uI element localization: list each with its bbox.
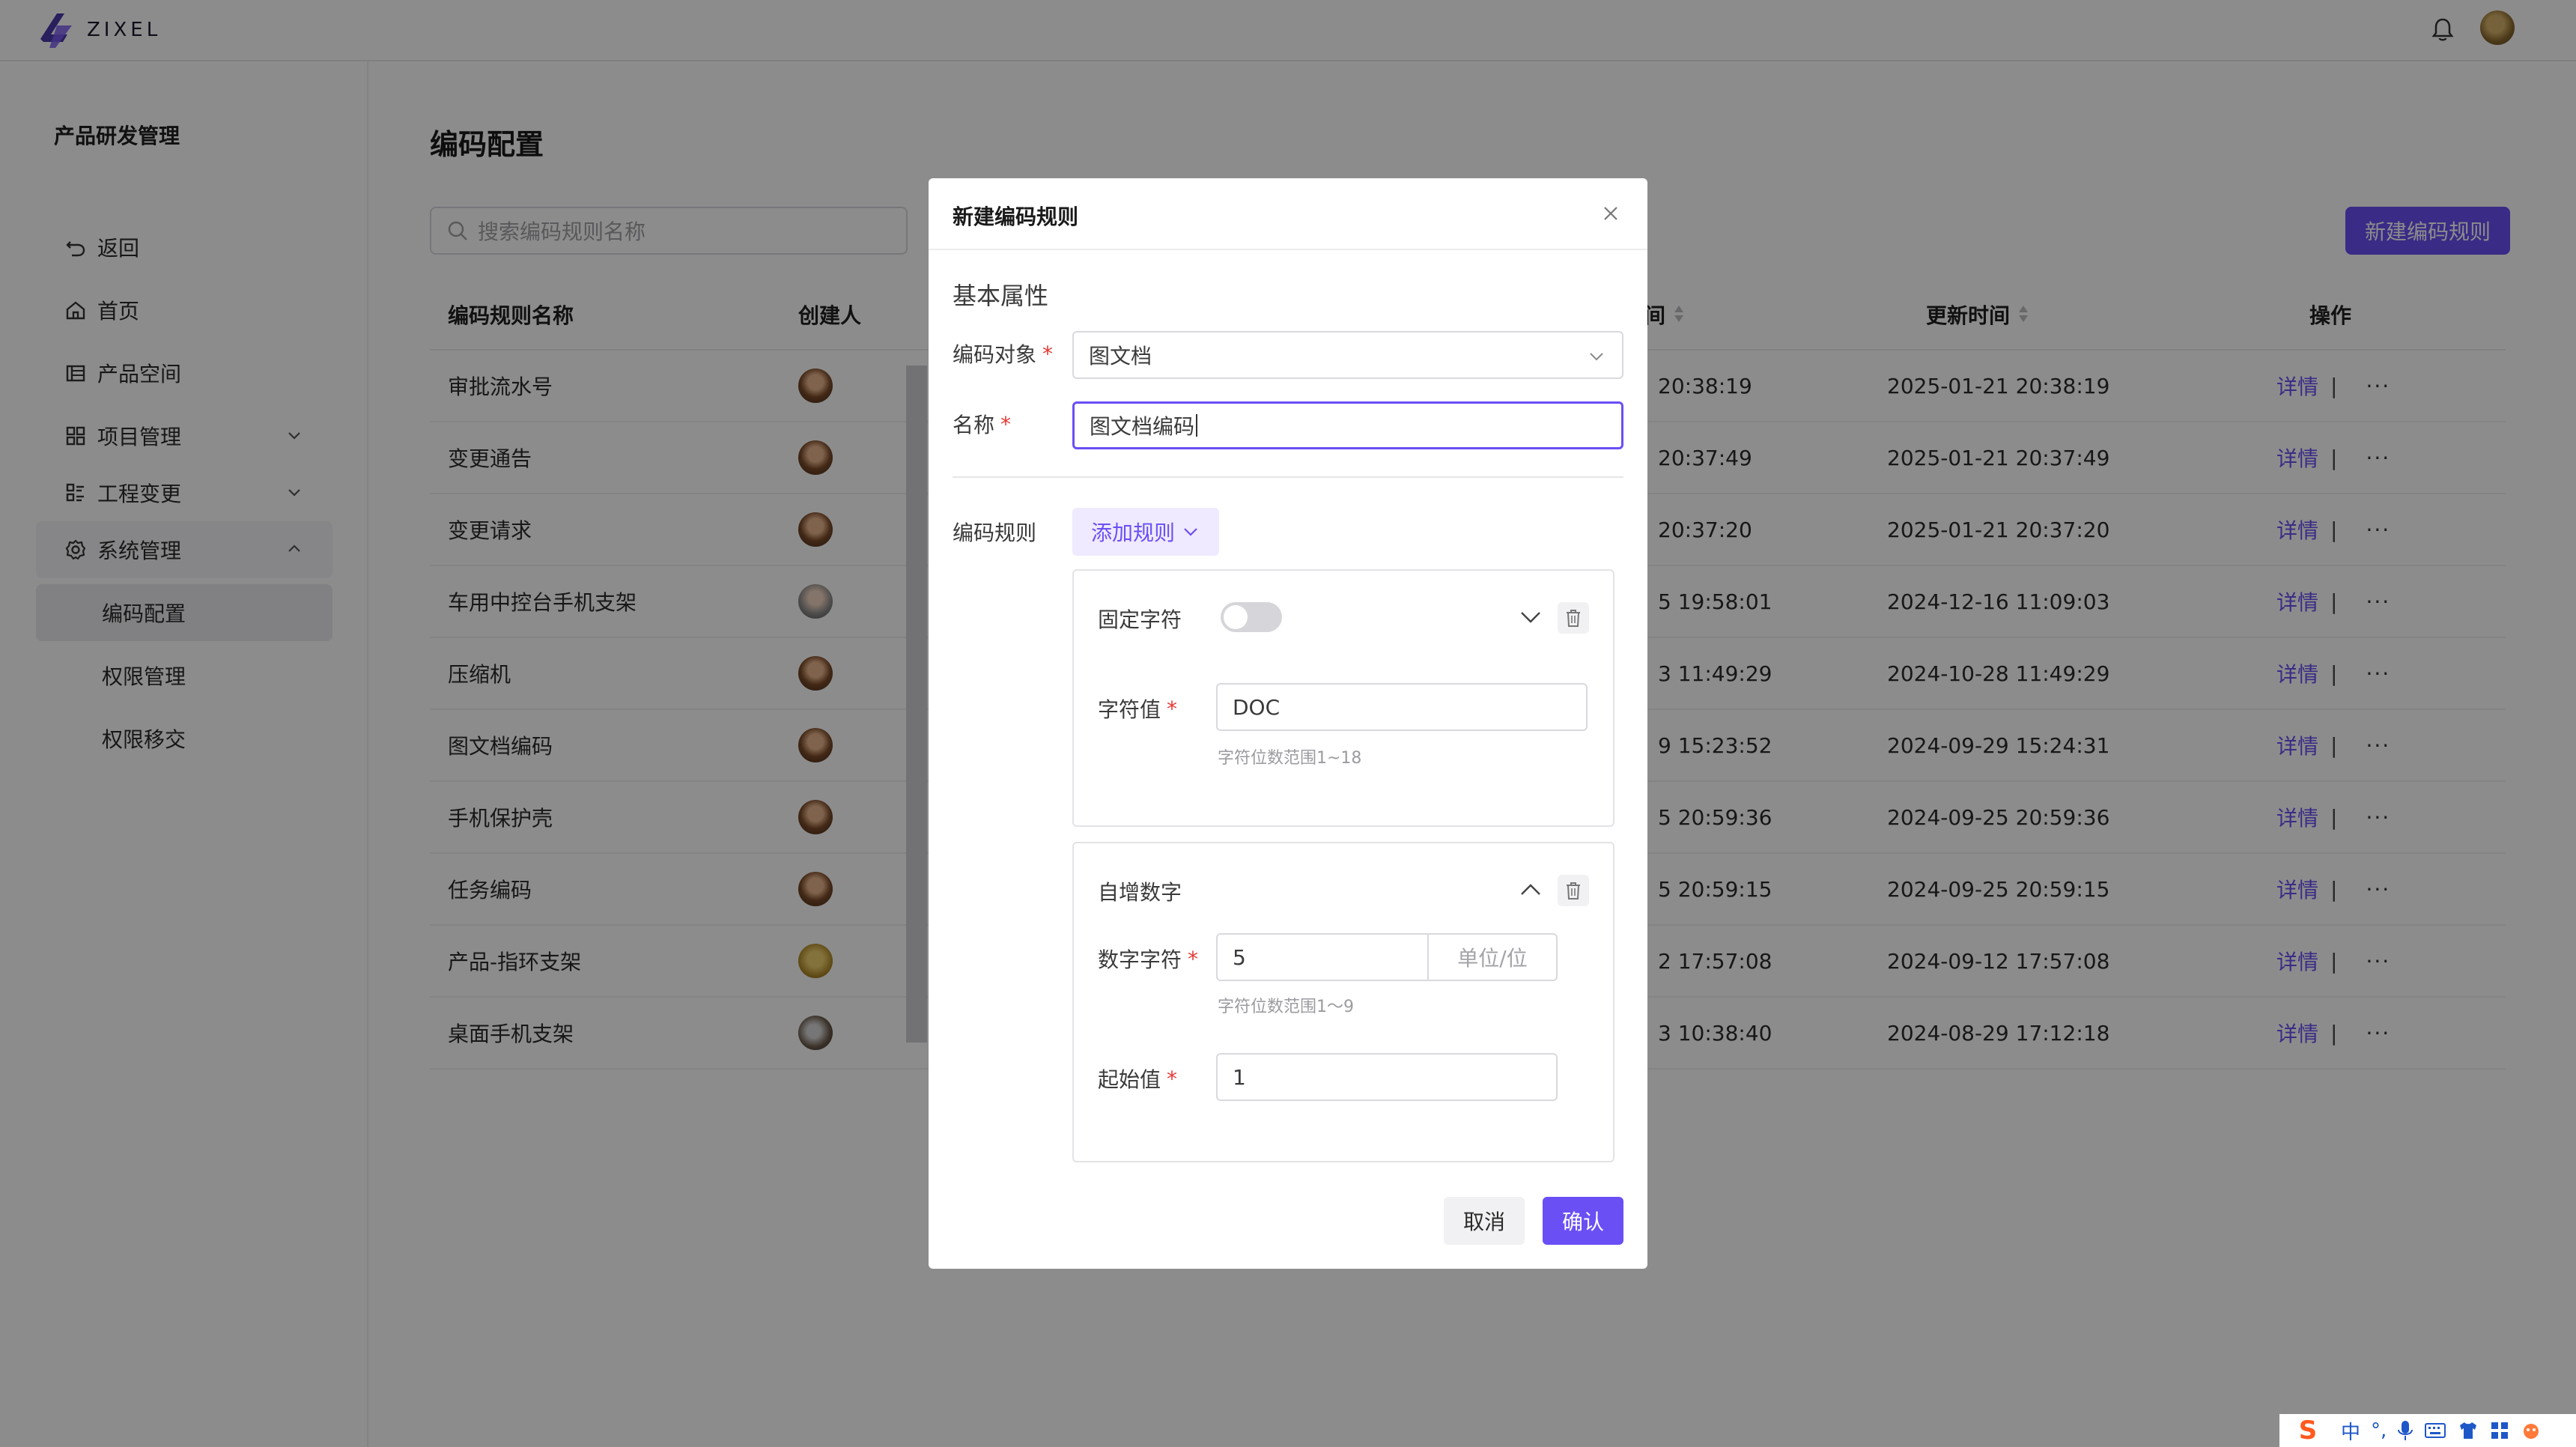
trash-icon — [1567, 882, 1580, 900]
rule-label: 编码规则 — [953, 521, 1037, 545]
digits-hint: 字符位数范围1～9 — [1218, 998, 1354, 1016]
target-label: 编码对象 * — [953, 339, 1053, 368]
start-value-input[interactable]: 1 — [1216, 1053, 1558, 1101]
skin-icon[interactable] — [2457, 1421, 2479, 1440]
confirm-button[interactable]: 确认 — [1543, 1197, 1623, 1245]
close-icon[interactable] — [1600, 202, 1622, 225]
new-rule-dialog: 新建编码规则 基本属性 编码对象 * 图文档 名称 * 图文档编码 编码规则 添加规… — [929, 178, 1647, 1269]
fixed-char-title: 固定字符 — [1098, 607, 1182, 632]
cancel-button[interactable]: 取消 — [1444, 1197, 1525, 1245]
fixed-char-card: 固定字符 字符值 * DOC 字符位数范围1~18 — [1072, 569, 1614, 827]
ime-punct[interactable]: °, — [2371, 1419, 2387, 1442]
chevron-down-icon[interactable] — [1519, 607, 1543, 628]
start-value-label-text: 起始值 — [1098, 1067, 1161, 1092]
dialog-title: 新建编码规则 — [953, 204, 1079, 229]
dialog-header: 新建编码规则 — [929, 178, 1647, 250]
name-input[interactable]: 图文档编码 — [1072, 401, 1623, 449]
digits-input[interactable]: 5 — [1216, 933, 1429, 981]
apps-grid-icon[interactable] — [2490, 1421, 2509, 1440]
target-label-text: 编码对象 — [953, 342, 1037, 367]
chevron-down-icon — [1590, 353, 1603, 361]
name-label-text: 名称 — [953, 413, 995, 437]
char-value-label-text: 字符值 — [1098, 697, 1161, 722]
increment-title: 自增数字 — [1098, 880, 1182, 905]
microphone-icon[interactable] — [2397, 1419, 2414, 1442]
digits-label-text: 数字字符 — [1098, 947, 1182, 972]
required-mark: * — [1167, 1066, 1178, 1091]
required-mark: * — [1042, 341, 1054, 366]
ime-toolbar: S 中 °, — [2279, 1414, 2576, 1447]
required-mark: * — [1188, 946, 1199, 971]
increment-card: 自增数字 数字字符 * 5 单位/位 字符位数范围1～9 起始值 * 1 — [1072, 842, 1614, 1162]
text-cursor — [1196, 414, 1198, 437]
keyboard-icon[interactable] — [2424, 1422, 2446, 1440]
target-select[interactable]: 图文档 — [1072, 331, 1623, 379]
form-divider — [953, 476, 1623, 478]
add-rule-button[interactable]: 添加规则 — [1072, 508, 1219, 556]
target-select-value: 图文档 — [1089, 344, 1152, 368]
required-mark: * — [1167, 696, 1178, 721]
digits-unit-addon: 单位/位 — [1429, 933, 1558, 981]
char-value-input[interactable]: DOC — [1216, 683, 1588, 731]
chevron-down-icon — [1184, 528, 1197, 536]
mascot-icon[interactable] — [2520, 1421, 2542, 1440]
digits-label: 数字字符 * — [1098, 944, 1198, 974]
trash-icon — [1567, 610, 1580, 627]
chevron-up-icon[interactable] — [1519, 879, 1543, 900]
add-rule-label: 添加规则 — [1090, 521, 1175, 545]
delete-rule-button[interactable] — [1558, 602, 1589, 634]
fixed-char-toggle[interactable] — [1221, 602, 1282, 632]
name-label: 名称 * — [953, 409, 1011, 439]
char-value-hint: 字符位数范围1~18 — [1218, 749, 1362, 768]
start-value-label: 起始值 * — [1098, 1064, 1177, 1093]
section-title: 基本属性 — [953, 282, 1049, 310]
sogou-ime-icon[interactable]: S — [2285, 1414, 2330, 1447]
name-input-value: 图文档编码 — [1090, 414, 1195, 439]
delete-rule-button[interactable] — [1558, 875, 1589, 906]
ime-lang[interactable]: 中 — [2341, 1417, 2360, 1445]
required-mark: * — [1000, 411, 1012, 437]
char-value-label: 字符值 * — [1098, 694, 1177, 724]
